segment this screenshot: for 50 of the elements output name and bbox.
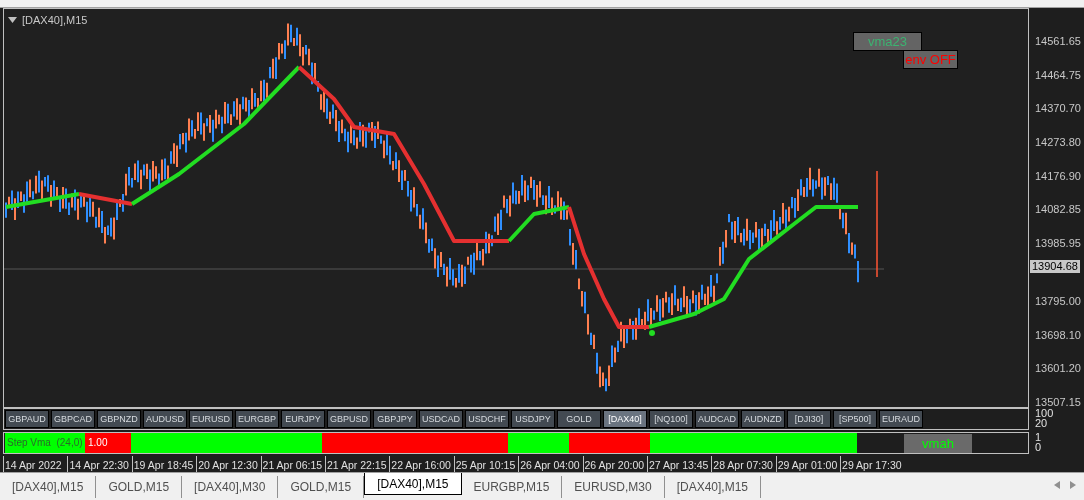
axis-label: 1 [1035, 432, 1043, 442]
chart-tab[interactable]: GOLD,M15 [96, 476, 183, 498]
indicator-value: 1.00 [88, 437, 108, 449]
price-axis-label: 14561.65 [1035, 35, 1082, 47]
axis-label: 100 [1035, 408, 1055, 418]
scroll-right-icon[interactable] [1070, 481, 1076, 489]
price-axis-label: 13985.95 [1035, 237, 1082, 250]
chart-tab[interactable]: EURGBP,M15 [461, 476, 563, 498]
symbol-button[interactable]: [DJI30] [787, 410, 831, 428]
indicator-label: Step Vma (24,0) [7, 437, 83, 449]
price-axis-label: 13507.15 [1035, 395, 1082, 408]
symbol-button[interactable]: EURGBP [235, 410, 279, 428]
symbol-button[interactable]: GBPAUD [5, 410, 49, 428]
symbol-button[interactable]: AUDUSD [143, 410, 187, 428]
chart-title: [DAX40],M15 [22, 13, 88, 28]
price-axis-label: 13795.00 [1035, 294, 1082, 307]
price-axis-label: 13698.10 [1035, 328, 1082, 341]
chart-tab[interactable]: [DAX40],M15 [664, 476, 762, 498]
symbol-button[interactable]: [SP500] [833, 410, 877, 428]
price-axis-label: 13601.20 [1035, 362, 1082, 375]
symbol-button[interactable]: GBPUSD [327, 410, 371, 428]
vmah-button[interactable]: vmah [904, 434, 972, 453]
symbol-button[interactable]: GBPNZD [97, 410, 141, 428]
symbol-button[interactable]: USDCHF [465, 410, 509, 428]
symbol-button[interactable]: GBPJPY [373, 410, 417, 428]
symbol-button[interactable]: USDJPY [511, 410, 555, 428]
symbol-button[interactable]: GBPCAD [51, 410, 95, 428]
symbol-button[interactable]: [DAX40] [603, 410, 647, 428]
chart-tab[interactable]: [DAX40],M15 [364, 473, 462, 495]
symbol-button[interactable]: AUDCAD [695, 410, 739, 428]
symbol-button[interactable]: AUDNZD [741, 410, 785, 428]
chart-tab[interactable]: [DAX40],M30 [182, 476, 279, 498]
chart-tab[interactable]: EURUSD,M30 [562, 476, 665, 498]
symbol-button[interactable]: EURJPY [281, 410, 325, 428]
symbol-button[interactable]: USDCAD [419, 410, 463, 428]
symbol-button[interactable]: GOLD [557, 410, 601, 428]
current-price-label: 13904.68 [1030, 260, 1080, 273]
price-axis-label: 14082.85 [1035, 203, 1082, 216]
chart-tab[interactable]: [DAX40],M15 [0, 476, 97, 498]
scroll-left-icon[interactable] [1054, 481, 1060, 489]
price-axis-label: 14464.75 [1035, 68, 1082, 81]
symbol-button[interactable]: EURUSD [189, 410, 233, 428]
axis-label: 0 [1035, 442, 1043, 452]
symbol-button[interactable]: [NQ100] [649, 410, 693, 428]
price-axis-label: 14176.90 [1035, 169, 1082, 182]
collapse-icon[interactable] [8, 17, 17, 24]
price-axis-label: 14370.70 [1035, 102, 1082, 115]
symbol-button[interactable]: EURAUD [879, 410, 923, 428]
price-axis-label: 14273.80 [1035, 136, 1082, 149]
axis-label: 20 [1035, 418, 1049, 428]
